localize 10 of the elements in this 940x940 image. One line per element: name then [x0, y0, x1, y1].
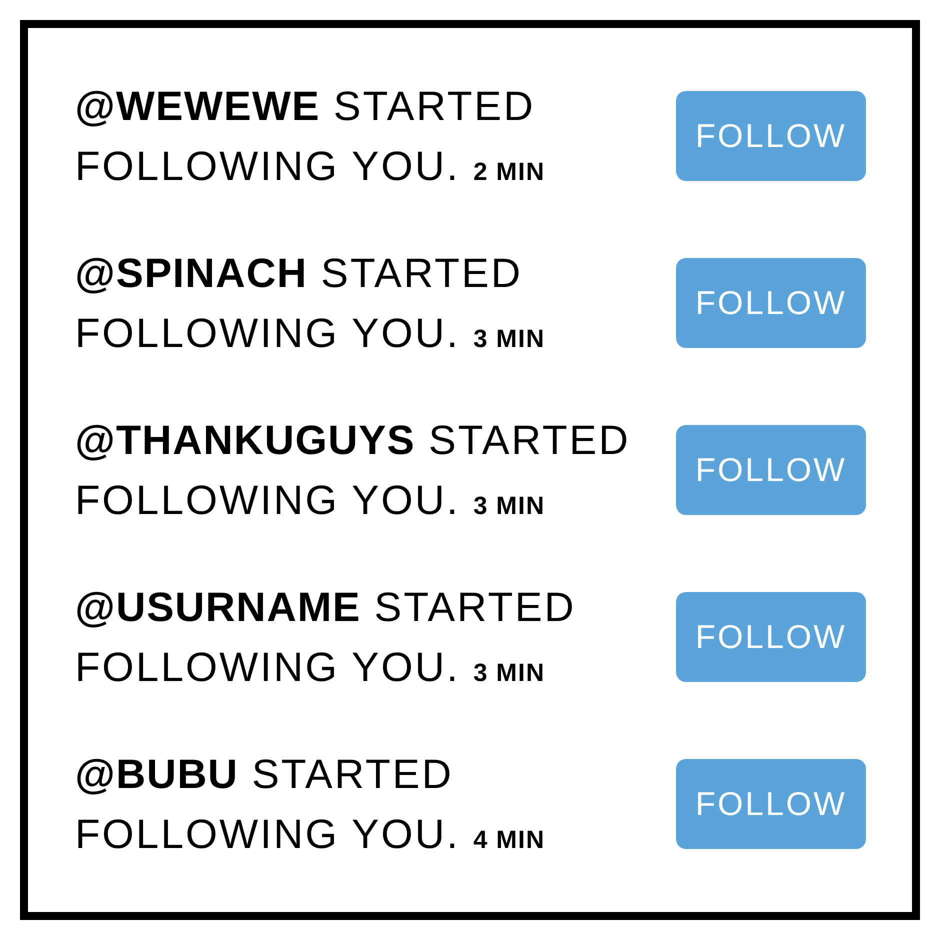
follow-button[interactable]: FOLLOW [676, 758, 866, 848]
notification-text: @WEWEWE STARTED FOLLOWING YOU. 2 MIN [75, 82, 546, 190]
follow-button[interactable]: FOLLOW [676, 592, 866, 682]
notification-text: @THANKUGUYS STARTED FOLLOWING YOU. 3 MIN [75, 416, 632, 524]
notification-text: @BUBU STARTED FOLLOWING YOU. 4 MIN [75, 750, 546, 858]
notification-text: @USURNAME STARTED FOLLOWING YOU. 3 MIN [75, 582, 577, 692]
notification-text: @SPINACH STARTED FOLLOWING YOU. 3 MIN [75, 248, 546, 358]
follow-button[interactable]: FOLLOW [676, 424, 866, 514]
follow-button[interactable]: FOLLOW [676, 90, 866, 180]
follow-button[interactable]: FOLLOW [676, 258, 866, 348]
